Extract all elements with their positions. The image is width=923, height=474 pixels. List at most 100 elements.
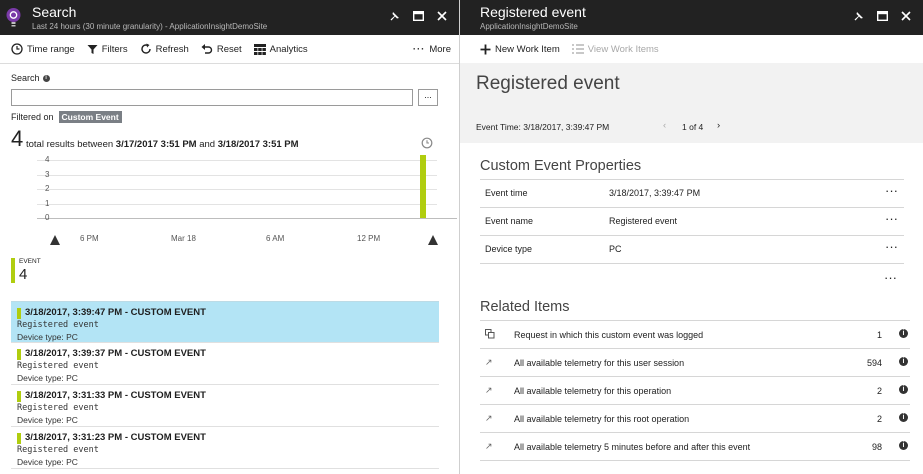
event-type-marker [17,308,21,319]
info-icon[interactable]: i [899,441,908,450]
related-item-row[interactable]: ↗ All available telemetry 5 minutes befo… [480,433,910,461]
time-range-button[interactable]: Time range [11,43,75,55]
row-more-icon[interactable]: ··· [885,211,898,226]
event-legend-label: EVENT [19,258,41,265]
y-tick-label: 4 [45,155,50,164]
row-more-icon[interactable]: ··· [885,183,898,198]
info-icon[interactable]: i [899,413,908,422]
prev-icon[interactable]: ‹ [663,120,666,131]
close-icon[interactable] [435,9,449,23]
undo-icon [201,44,212,54]
event-time-text: Event Time: 3/18/2017, 3:39:47 PM [476,122,610,132]
close-icon[interactable] [899,9,913,23]
related-item-count: 594 [866,358,882,368]
range-end: 3/18/2017 3:51 PM [217,139,299,150]
event-type-marker [17,433,21,444]
view-work-items-label: View Work Items [587,43,659,55]
analytics-label: Analytics [269,43,308,55]
y-tick-label: 0 [45,213,50,222]
related-item-label: All available telemetry for this user se… [514,358,685,368]
gridline [37,189,437,190]
list-icon [571,44,584,54]
info-icon[interactable]: i [899,385,908,394]
detail-blade-title: Registered event [480,4,586,20]
y-tick-label: 1 [45,199,50,208]
more-label: More [429,43,451,55]
result-title: 3/18/2017, 3:31:33 PM - CUSTOM EVENT [25,390,206,401]
related-item-row[interactable]: Request in which this custom event was l… [480,321,910,349]
chart-bar[interactable] [420,155,426,218]
refresh-button[interactable]: Refresh [140,43,189,55]
detail-heading: Registered event [476,73,620,94]
blade-title: Search [32,4,77,20]
related-item-count: 2 [876,414,882,424]
range-prefix: total results between [26,139,114,150]
result-device: Device type: PC [17,373,78,383]
more-dots-icon: ··· [412,43,426,55]
analytics-icon [253,43,266,55]
events-chart: 4 3 2 1 0 6 PM Mar 18 6 AM 12 PM [11,154,457,250]
related-item-label: All available telemetry for this operati… [514,386,672,396]
gridline [37,175,437,176]
range-end-handle[interactable] [428,235,438,245]
analytics-button[interactable]: Analytics [253,43,308,55]
arrow-link-icon: ↗ [485,385,493,395]
info-icon[interactable]: i [899,329,908,338]
x-tick-label: 12 PM [357,234,381,243]
gridline [37,160,437,161]
view-work-items-button[interactable]: View Work Items [571,43,659,55]
detail-header: Registered event Event Time: 3/18/2017, … [460,63,923,143]
result-event-name: Registered event [17,445,99,455]
property-value: PC [609,244,622,254]
info-icon[interactable]: i [899,357,908,366]
pin-icon[interactable] [851,9,865,23]
results-range-text: total results between 3/17/2017 3:51 PM … [26,139,299,150]
result-event-name: Registered event [17,403,99,413]
event-type-marker [17,391,21,402]
row-more-icon[interactable]: ··· [885,239,898,254]
pin-icon[interactable] [387,9,401,23]
reset-button[interactable]: Reset [201,43,242,55]
detail-blade-subtitle: ApplicationInsightDemoSite [480,22,578,31]
related-item-label: Request in which this custom event was l… [514,330,704,340]
related-item-row[interactable]: ↗ All available telemetry for this root … [480,405,910,433]
arrow-link-icon: ↗ [485,413,493,423]
result-count: 4 [11,126,24,151]
property-row: Event time 3/18/2017, 3:39:47 PM ··· [480,180,904,208]
y-tick-label: 2 [45,184,50,193]
search-options-button[interactable]: ... [418,89,438,106]
more-button[interactable]: ··· More [413,44,451,55]
related-item-label: All available telemetry 5 minutes before… [514,442,751,452]
section-more-icon[interactable]: ··· [884,270,897,285]
result-event-name: Registered event [17,361,99,371]
result-row[interactable]: 3/18/2017, 3:39:37 PM - CUSTOM EVENT Reg… [11,343,439,385]
plus-icon [480,44,491,54]
next-icon[interactable]: › [717,120,720,131]
detail-blade-titlebar: Registered event ApplicationInsightDemoS… [460,0,923,35]
filter-tag[interactable]: Custom Event [58,111,122,123]
related-item-row[interactable]: ↗ All available telemetry for this opera… [480,377,910,405]
maximize-icon[interactable] [875,9,889,23]
maximize-icon[interactable] [411,9,425,23]
property-row: Device type PC ··· [480,236,904,264]
result-title: 3/18/2017, 3:39:37 PM - CUSTOM EVENT [25,348,206,359]
filters-label: Filters [101,43,128,55]
search-input[interactable] [11,89,413,106]
blade-subtitle: Last 24 hours (30 minute granularity) - … [32,22,268,31]
related-item-row[interactable]: ↗ All available telemetry for this user … [480,349,910,377]
property-row: Event name Registered event ··· [480,208,904,236]
related-item-count: 1 [876,330,882,340]
search-blade: Search Last 24 hours (30 minute granular… [0,0,459,474]
search-label-row: Search i [11,73,50,83]
range-start-handle[interactable] [50,235,60,245]
result-row[interactable]: 3/18/2017, 3:31:33 PM - CUSTOM EVENT Reg… [11,385,439,427]
history-icon[interactable] [421,137,433,149]
filters-button[interactable]: Filters [87,44,128,55]
result-row[interactable]: 3/18/2017, 3:31:23 PM - CUSTOM EVENT Reg… [11,427,439,469]
result-row[interactable]: 3/18/2017, 3:39:47 PM - CUSTOM EVENT Reg… [11,301,439,343]
arrow-link-icon: ↗ [485,357,493,367]
new-work-item-button[interactable]: New Work Item [480,44,560,55]
result-title: 3/18/2017, 3:39:47 PM - CUSTOM EVENT [25,307,206,318]
result-event-name: Registered event [17,320,99,330]
related-section-title: Related Items [480,299,570,315]
